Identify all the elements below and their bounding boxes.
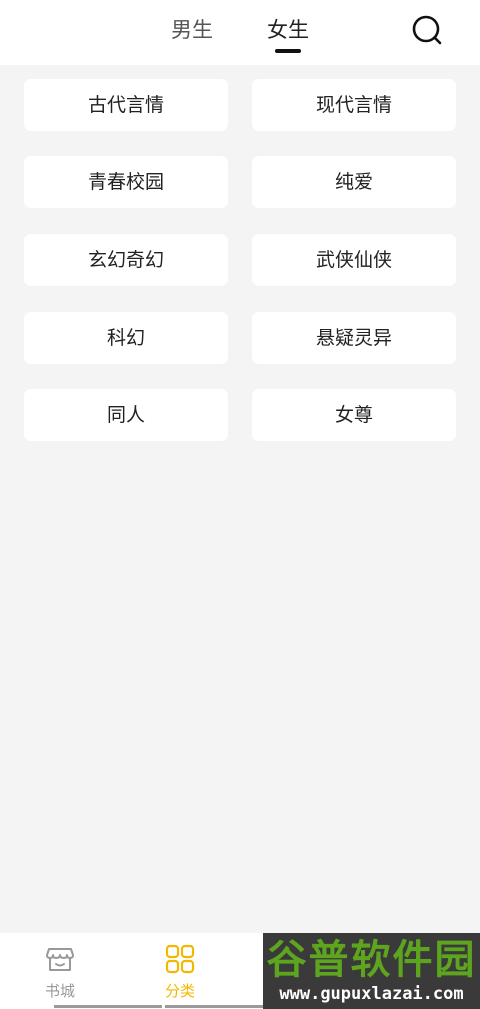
app-root: 男生 女生 古代言情 现代言情 青春校园 纯爱 玄幻奇幻 武侠仙侠 科幻 悬疑灵…: [0, 0, 480, 1009]
watermark-logo: 谷普软件园 www.gupuxlazai.com: [263, 933, 480, 1009]
category-female-dominant[interactable]: 女尊: [252, 389, 456, 441]
nav-bookstore[interactable]: 书城: [0, 933, 120, 1009]
nav-category-label: 分类: [164, 982, 195, 1000]
watermark-title: 谷普软件园: [266, 937, 477, 983]
category-scifi[interactable]: 科幻: [24, 312, 228, 364]
tab-male[interactable]: 男生: [160, 13, 224, 47]
bookstore-icon: [46, 948, 74, 971]
category-modern-romance[interactable]: 现代言情: [252, 79, 456, 131]
nav-underline-left: [54, 1005, 162, 1008]
search-button[interactable]: [406, 10, 446, 50]
search-icon: [412, 15, 442, 45]
top-header: 男生 女生: [0, 0, 480, 65]
category-campus[interactable]: 青春校园: [24, 156, 228, 208]
active-tab-indicator: [275, 49, 301, 53]
category-pure-love[interactable]: 纯爱: [252, 156, 456, 208]
nav-category[interactable]: 分类: [120, 933, 240, 1009]
tab-female[interactable]: 女生: [256, 13, 320, 47]
nav-bookstore-label: 书城: [44, 982, 75, 1000]
category-fantasy[interactable]: 玄幻奇幻: [24, 234, 228, 286]
nav-underline-right: [165, 1005, 263, 1008]
category-grid-icon: [165, 944, 195, 974]
category-fanfic[interactable]: 同人: [24, 389, 228, 441]
category-mystery[interactable]: 悬疑灵异: [252, 312, 456, 364]
category-ancient-romance[interactable]: 古代言情: [24, 79, 228, 131]
category-wuxia[interactable]: 武侠仙侠: [252, 234, 456, 286]
watermark-url: www.gupuxlazai.com: [279, 984, 464, 1004]
